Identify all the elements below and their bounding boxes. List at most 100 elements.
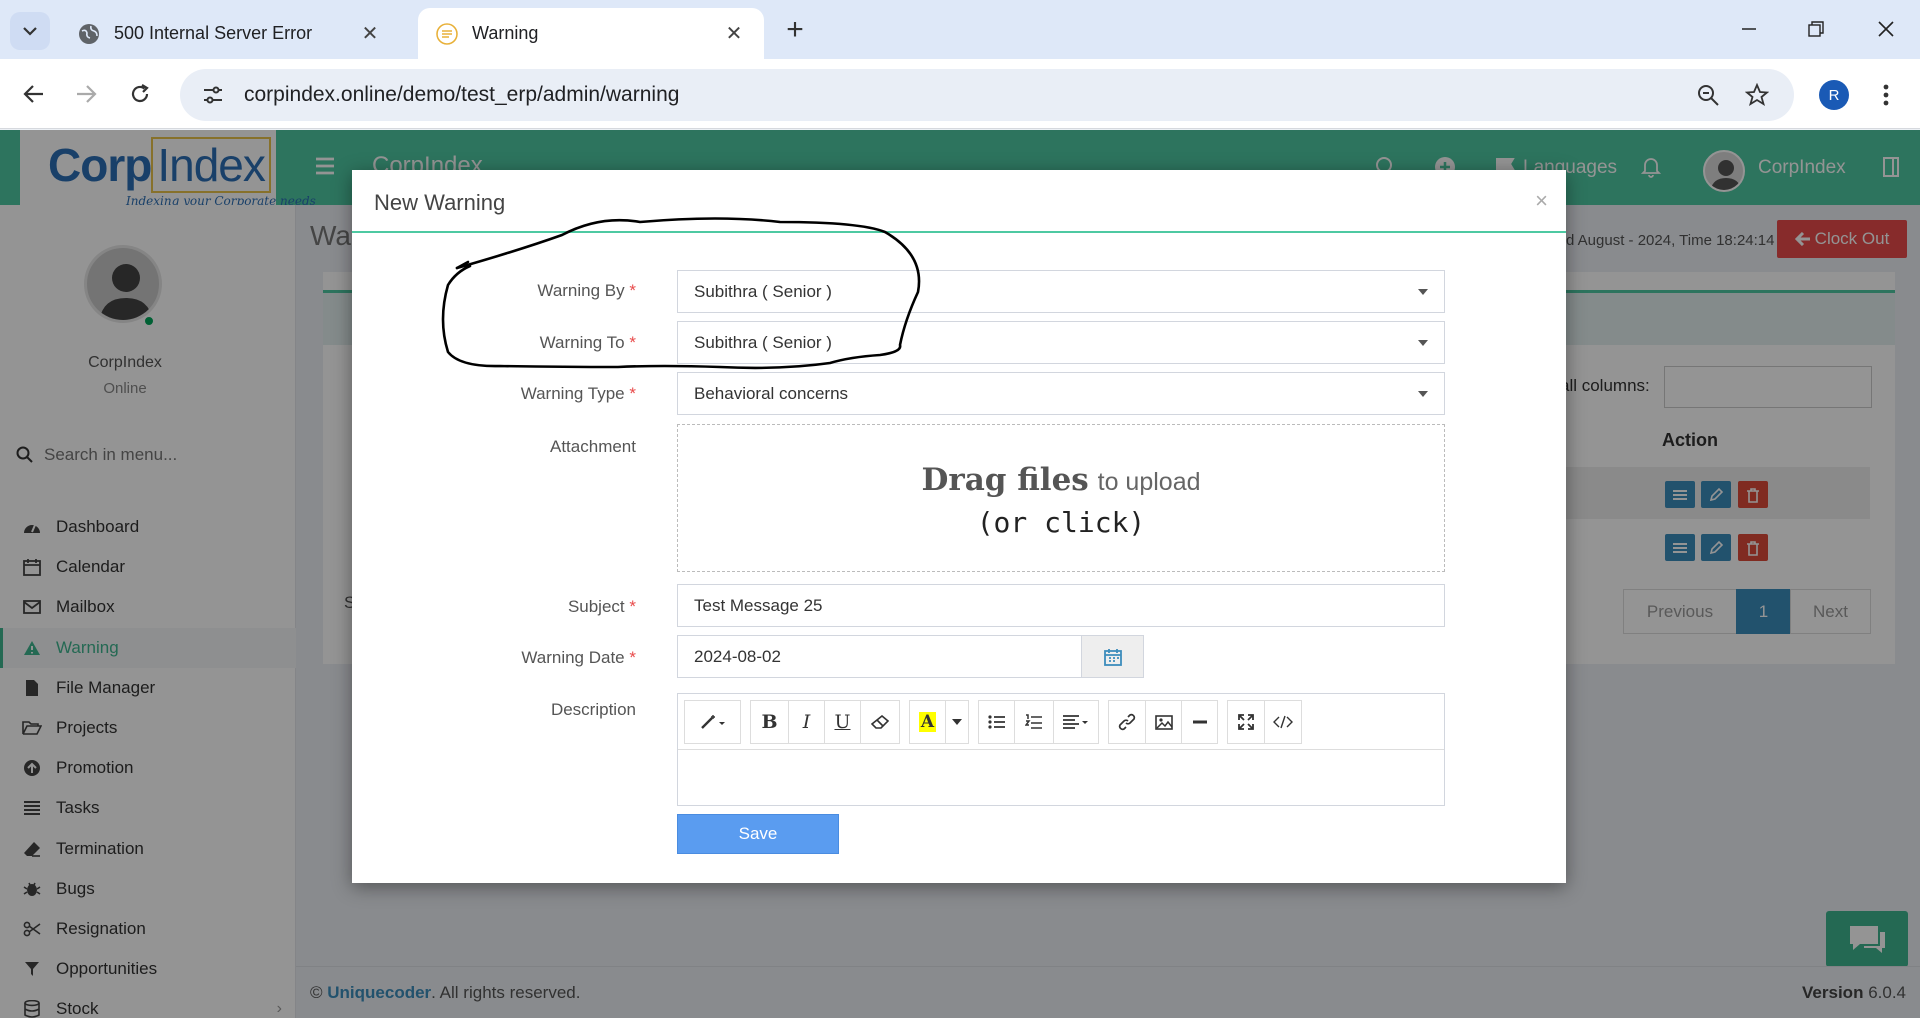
date-value: 2024-08-02 bbox=[694, 646, 781, 666]
site-favicon-icon bbox=[436, 22, 458, 45]
profile-avatar[interactable]: R bbox=[1819, 80, 1849, 110]
tab-title: 500 Internal Server Error bbox=[114, 23, 313, 43]
or-click-text: (or click) bbox=[976, 506, 1146, 539]
input-value: Test Message 25 bbox=[694, 595, 823, 615]
modal-close-button[interactable]: × bbox=[1535, 188, 1548, 214]
back-button[interactable] bbox=[16, 76, 52, 112]
warning-to-label: Warning To * bbox=[412, 333, 636, 353]
warning-by-select[interactable]: Subithra ( Senior ) bbox=[677, 270, 1445, 313]
warning-to-select[interactable]: Subithra ( Senior ) bbox=[677, 321, 1445, 364]
label-text: Warning To bbox=[539, 333, 625, 352]
new-tab-button[interactable]: + bbox=[780, 14, 810, 46]
globe-icon bbox=[79, 23, 99, 44]
warning-type-select[interactable]: Behavioral concerns bbox=[677, 372, 1445, 415]
fullscreen-button[interactable] bbox=[1227, 700, 1265, 744]
select-value: Behavioral concerns bbox=[694, 383, 849, 403]
modal-title: New Warning bbox=[374, 190, 506, 215]
label-text: Warning Date bbox=[521, 648, 625, 667]
ordered-list-button[interactable] bbox=[1014, 700, 1054, 744]
select-value: Subithra ( Senior ) bbox=[694, 281, 832, 301]
link-icon bbox=[1118, 713, 1136, 731]
forward-button[interactable] bbox=[68, 76, 104, 112]
eraser-icon bbox=[871, 715, 889, 729]
style-button[interactable] bbox=[684, 700, 741, 744]
code-view-button[interactable] bbox=[1264, 700, 1302, 744]
caret-down-icon bbox=[1418, 340, 1428, 346]
caret-down-icon bbox=[952, 719, 962, 725]
modal-header: New Warning × bbox=[352, 170, 1566, 233]
subject-input[interactable]: Test Message 25 bbox=[677, 584, 1445, 627]
close-window-button[interactable] bbox=[1866, 12, 1906, 46]
unordered-list-button[interactable] bbox=[978, 700, 1015, 744]
label-text: Subject bbox=[567, 597, 625, 616]
caret-down-icon bbox=[1418, 391, 1428, 397]
tab-search-button[interactable] bbox=[10, 12, 50, 50]
bookmark-star-icon[interactable] bbox=[1743, 81, 1771, 109]
restore-button[interactable] bbox=[1796, 12, 1836, 46]
site-info-icon[interactable] bbox=[198, 80, 228, 110]
to-upload-text: to upload bbox=[1097, 468, 1201, 496]
warning-type-label: Warning Type * bbox=[412, 384, 636, 404]
caret-down-icon bbox=[1418, 289, 1428, 295]
close-tab-icon[interactable]: ✕ bbox=[358, 21, 382, 46]
text-color-button[interactable]: A bbox=[909, 700, 946, 744]
warning-by-label: Warning By * bbox=[412, 281, 636, 301]
highlight-a-icon: A bbox=[918, 712, 937, 732]
warning-date-label: Warning Date * bbox=[412, 648, 636, 668]
paragraph-align-button[interactable] bbox=[1053, 700, 1099, 744]
reload-icon bbox=[131, 84, 149, 103]
horizontal-rule-button[interactable] bbox=[1181, 700, 1218, 744]
zoom-icon[interactable] bbox=[1694, 81, 1722, 109]
list-ul-icon bbox=[987, 715, 1005, 729]
minimize-icon bbox=[1742, 28, 1756, 30]
expand-icon bbox=[1238, 714, 1254, 730]
close-icon bbox=[1878, 21, 1894, 37]
attachment-dropzone[interactable]: Drag files to upload (or click) bbox=[677, 424, 1445, 572]
tab-warning[interactable]: Warning ✕ bbox=[418, 8, 764, 59]
description-editor: B I U A bbox=[677, 693, 1445, 806]
required-mark: * bbox=[629, 597, 636, 616]
editor-toolbar: B I U A bbox=[684, 700, 1444, 744]
browser-tab-bar: 500 Internal Server Error ✕ Warning ✕ + bbox=[0, 0, 1920, 59]
chevron-down-icon bbox=[23, 27, 37, 36]
arrow-left-icon bbox=[23, 85, 43, 103]
label-text: Warning Type bbox=[520, 384, 625, 403]
required-mark: * bbox=[629, 333, 636, 352]
color-dropdown[interactable] bbox=[945, 700, 969, 744]
select-value: Subithra ( Senior ) bbox=[694, 332, 832, 352]
list-ol-icon bbox=[1025, 714, 1042, 729]
arrow-right-icon bbox=[77, 85, 97, 103]
editor-content-area[interactable] bbox=[678, 749, 1444, 805]
address-bar-row: corpindex.online/demo/test_erp/admin/war… bbox=[0, 59, 1920, 129]
tab-error[interactable]: 500 Internal Server Error ✕ bbox=[60, 8, 400, 59]
italic-button[interactable]: I bbox=[788, 700, 825, 744]
bold-button[interactable]: B bbox=[750, 700, 789, 744]
image-button[interactable] bbox=[1145, 700, 1182, 744]
close-tab-icon[interactable]: ✕ bbox=[722, 21, 746, 46]
date-picker-button[interactable] bbox=[1081, 636, 1143, 677]
required-mark: * bbox=[629, 281, 636, 300]
save-button[interactable]: Save bbox=[677, 814, 839, 854]
align-left-icon bbox=[1063, 715, 1088, 729]
underline-button[interactable]: U bbox=[824, 700, 861, 744]
subject-label: Subject * bbox=[412, 597, 636, 617]
new-warning-modal: New Warning × Warning By * Subithra ( Se… bbox=[352, 170, 1566, 883]
restore-icon bbox=[1808, 21, 1824, 37]
image-icon bbox=[1154, 714, 1173, 730]
url-text[interactable]: corpindex.online/demo/test_erp/admin/war… bbox=[244, 83, 679, 107]
reload-button[interactable] bbox=[122, 76, 158, 112]
minus-icon bbox=[1192, 720, 1207, 724]
required-mark: * bbox=[629, 648, 636, 667]
drag-files-text: Drag files bbox=[921, 462, 1089, 498]
minimize-button[interactable] bbox=[1729, 12, 1769, 46]
clear-format-button[interactable] bbox=[860, 700, 900, 744]
omnibox[interactable]: corpindex.online/demo/test_erp/admin/war… bbox=[180, 69, 1794, 121]
dropzone-text: Drag files to upload bbox=[678, 461, 1444, 498]
link-button[interactable] bbox=[1108, 700, 1146, 744]
warning-date-input[interactable]: 2024-08-02 bbox=[677, 635, 1144, 678]
browser-menu-icon[interactable] bbox=[1874, 79, 1898, 111]
tab-title: Warning bbox=[472, 23, 539, 43]
description-label: Description bbox=[550, 700, 636, 719]
calendar-icon bbox=[1103, 648, 1122, 666]
required-mark: * bbox=[629, 384, 636, 403]
